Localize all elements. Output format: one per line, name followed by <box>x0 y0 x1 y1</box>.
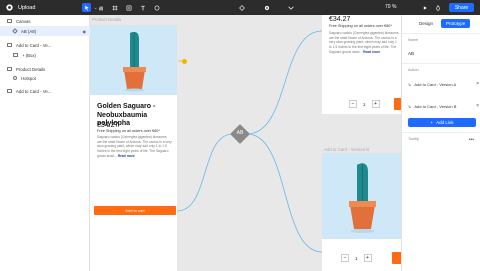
inspector-tabs: Design Prototype <box>414 19 471 28</box>
tab-design[interactable]: Design <box>414 19 438 28</box>
shipping-note: Free Shipping on all orders over €80* <box>329 24 392 28</box>
name-value[interactable]: AB <box>408 51 414 56</box>
link-icon: ↳ <box>408 81 412 87</box>
version-a-frame[interactable]: €34.27 Free Shipping on all orders over … <box>322 15 401 114</box>
product-price: €34.27 <box>97 122 119 129</box>
action-item-label: Add to Card - Version B <box>414 103 457 109</box>
action-item-label: Add to Card - Version A <box>414 81 457 87</box>
tooltip-label: Tooltip <box>408 137 419 141</box>
quantity-stepper[interactable]: − 1 + <box>349 100 380 108</box>
divider <box>402 33 480 34</box>
connector-line <box>176 133 234 212</box>
action-item[interactable]: ↳ Add to Card - Version A × <box>408 80 479 88</box>
name-label: Name <box>408 38 419 42</box>
quantity-value: 1 <box>355 255 358 261</box>
plus-icon: + <box>430 120 434 125</box>
read-more-link[interactable]: Read more <box>363 50 380 54</box>
tab-prototype[interactable]: Prototype <box>441 19 471 28</box>
increment-button[interactable]: + <box>363 254 372 262</box>
quantity-value: 1 <box>363 101 366 107</box>
close-icon[interactable]: × <box>476 103 479 109</box>
product-details-frame[interactable]: Golden Saguaro - Neobuxbaumia polylopha … <box>90 25 177 271</box>
link-icon: ↳ <box>408 103 412 109</box>
product-price: €34.27 <box>329 16 351 23</box>
ab-node-label: AB <box>236 130 244 136</box>
divider <box>402 63 480 64</box>
version-b-frame[interactable]: − 1 + <box>322 153 401 271</box>
inspector-panel: Design Prototype Name AB Action ↳ Add to… <box>401 15 480 271</box>
add-to-cart-button[interactable]: Add to cart <box>94 206 176 215</box>
decrement-button[interactable]: − <box>349 100 357 108</box>
product-image <box>322 153 401 239</box>
action-item[interactable]: ↳ Add to Card - Version B × <box>408 102 479 110</box>
close-icon[interactable]: × <box>476 81 479 87</box>
connector-line <box>246 133 323 253</box>
add-link-button[interactable]: + Add Link <box>408 118 476 127</box>
action-label: Action <box>408 68 419 72</box>
hotspot-marker[interactable] <box>182 59 187 64</box>
product-image <box>90 25 177 95</box>
quantity-stepper[interactable]: − 1 + <box>341 254 372 262</box>
add-to-cart-button[interactable] <box>392 252 401 264</box>
increment-button[interactable]: + <box>371 100 380 108</box>
read-more-link[interactable]: Read more <box>118 154 135 158</box>
shipping-note: Free Shipping on all orders over €80* <box>97 129 160 133</box>
decrement-button[interactable]: − <box>341 254 349 262</box>
divider <box>402 132 480 133</box>
connector-line <box>246 30 323 135</box>
product-description: Saguaro cactus (Carnegiea gigantea) blos… <box>97 135 172 158</box>
more-options-icon[interactable]: ••• <box>469 137 474 143</box>
add-link-label: Add Link <box>436 120 454 125</box>
product-description: Saguaro cactus (Carnegiea gigantea) blos… <box>329 31 399 54</box>
add-to-cart-button[interactable] <box>394 98 401 110</box>
